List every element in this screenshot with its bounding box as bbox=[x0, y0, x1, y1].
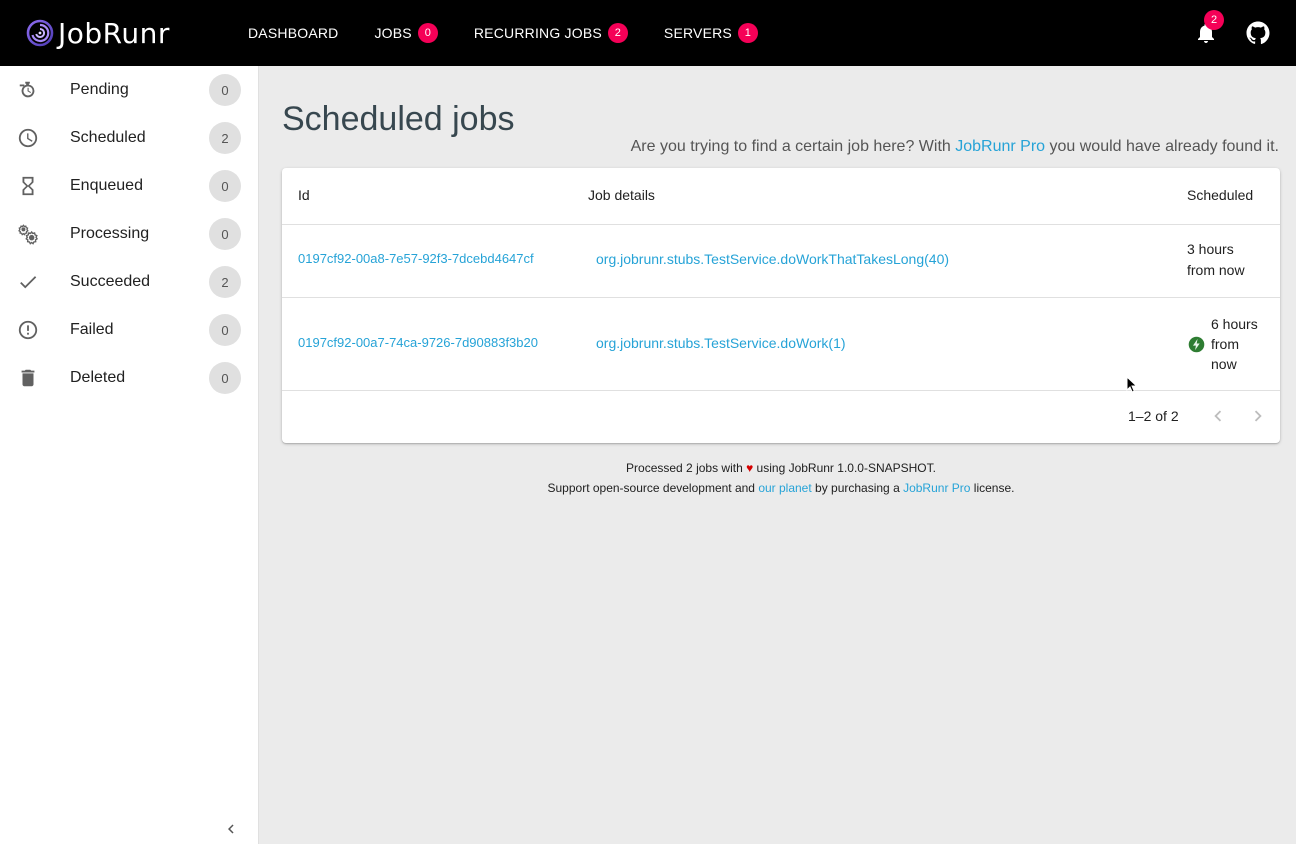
jobrunr-spiral-icon bbox=[26, 19, 54, 47]
previous-page-button[interactable] bbox=[1207, 405, 1229, 427]
chevron-right-icon bbox=[1254, 410, 1262, 422]
sidebar-item-succeeded[interactable]: Succeeded 2 bbox=[0, 258, 258, 306]
recurring-flash-icon bbox=[1188, 336, 1205, 353]
jobrunr-pro-link[interactable]: JobRunr Pro bbox=[955, 138, 1045, 155]
scheduled-time-line: now bbox=[1211, 356, 1237, 372]
error-icon bbox=[16, 318, 40, 342]
pro-promo-prefix: Are you trying to find a certain job her… bbox=[630, 138, 956, 155]
nav-servers-label: SERVERS bbox=[663, 25, 732, 41]
pagination-range: 1–2 of 2 bbox=[1128, 408, 1179, 424]
clock-icon bbox=[16, 126, 40, 150]
column-header-job-details: Job details bbox=[588, 187, 655, 203]
scheduled-time-line: 6 hours bbox=[1211, 316, 1258, 332]
github-icon bbox=[1246, 21, 1270, 45]
sidebar-item-label: Enqueued bbox=[70, 177, 143, 194]
job-details-link[interactable]: org.jobrunr.stubs.TestService.doWork(1) bbox=[596, 335, 846, 351]
nav-jobs-badge: 0 bbox=[417, 23, 438, 43]
sidebar-item-count: 0 bbox=[209, 170, 241, 202]
page-title: Scheduled jobs bbox=[282, 100, 515, 138]
nav-servers-badge: 1 bbox=[737, 23, 758, 43]
pending-icon bbox=[16, 78, 40, 102]
column-header-id: Id bbox=[298, 187, 310, 203]
footer-license-text: license. bbox=[970, 481, 1015, 495]
sidebar-item-label: Processing bbox=[70, 225, 150, 242]
sidebar-item-deleted[interactable]: Deleted 0 bbox=[0, 354, 258, 402]
job-id-link[interactable]: 0197cf92-00a7-74ca-9726-7d90883f3b20 bbox=[298, 335, 538, 350]
sidebar-item-pending[interactable]: Pending 0 bbox=[0, 66, 258, 114]
brand-logo[interactable]: JobRunr bbox=[26, 16, 170, 50]
scheduled-time-line: from now bbox=[1187, 262, 1245, 278]
top-app-bar: JobRunr DASHBOARD JOBS 0 RECURRING JOBS … bbox=[0, 0, 1296, 66]
pro-promo-suffix: you would have already found it. bbox=[1045, 138, 1280, 155]
job-id-link[interactable]: 0197cf92-00a8-7e57-92f3-7dcebd4647cf bbox=[298, 251, 534, 266]
nav-recurring-jobs[interactable]: RECURRING JOBS 2 bbox=[462, 13, 640, 53]
footer-line-2: Support open-source development and our … bbox=[282, 481, 1280, 495]
sidebar-item-label: Deleted bbox=[70, 369, 126, 386]
check-icon bbox=[16, 270, 40, 294]
github-link[interactable] bbox=[1246, 21, 1270, 45]
gears-icon bbox=[16, 222, 40, 246]
notifications-badge: 2 bbox=[1204, 10, 1224, 30]
nav-dashboard-label: DASHBOARD bbox=[248, 25, 339, 41]
sidebar-item-processing[interactable]: Processing 0 bbox=[0, 210, 258, 258]
footer-jobrunr-pro-link[interactable]: JobRunr Pro bbox=[903, 481, 970, 495]
sidebar-item-label: Pending bbox=[70, 81, 129, 98]
pro-promo-text: Are you trying to find a certain job her… bbox=[631, 138, 1279, 156]
collapse-sidebar-button[interactable] bbox=[222, 820, 240, 838]
sidebar-item-count: 2 bbox=[209, 266, 241, 298]
chevron-left-icon bbox=[228, 824, 234, 834]
footer-version-text: using JobRunr 1.0.0-SNAPSHOT. bbox=[753, 461, 936, 475]
sidebar-item-label: Succeeded bbox=[70, 273, 151, 290]
brand-name: JobRunr bbox=[58, 16, 170, 50]
sidebar: Pending 0 Scheduled 2 Enqueued 0 Process… bbox=[0, 66, 259, 844]
sidebar-item-count: 0 bbox=[209, 362, 241, 394]
top-actions: 2 bbox=[1194, 0, 1270, 66]
chevron-left-icon bbox=[1214, 410, 1222, 422]
nav-jobs-label: JOBS bbox=[374, 25, 412, 41]
mouse-cursor-icon bbox=[1126, 376, 1138, 393]
main-nav: DASHBOARD JOBS 0 RECURRING JOBS 2 SERVER… bbox=[236, 0, 782, 66]
footer-line-1: Processed 2 jobs with ♥ using JobRunr 1.… bbox=[282, 461, 1280, 475]
jobs-table-card: Id Job details Scheduled 0197cf92-00a8-7… bbox=[282, 168, 1280, 443]
table-header: Id Job details Scheduled bbox=[282, 168, 1280, 225]
trash-icon bbox=[16, 366, 40, 390]
nav-dashboard[interactable]: DASHBOARD bbox=[236, 13, 350, 53]
table-row[interactable]: 0197cf92-00a8-7e57-92f3-7dcebd4647cf org… bbox=[282, 225, 1280, 298]
pagination: 1–2 of 2 bbox=[282, 390, 1280, 442]
scheduled-time: 6 hours from now bbox=[1211, 314, 1258, 374]
scheduled-time-line: from bbox=[1211, 336, 1239, 352]
sidebar-item-count: 2 bbox=[209, 122, 241, 154]
nav-jobs[interactable]: JOBS 0 bbox=[362, 13, 449, 53]
scheduled-time-line: 3 hours bbox=[1187, 241, 1234, 257]
sidebar-item-count: 0 bbox=[209, 74, 241, 106]
nav-servers[interactable]: SERVERS 1 bbox=[652, 13, 770, 53]
job-details-link[interactable]: org.jobrunr.stubs.TestService.doWorkThat… bbox=[596, 251, 949, 267]
nav-recurring-jobs-badge: 2 bbox=[607, 23, 628, 43]
sidebar-item-count: 0 bbox=[209, 218, 241, 250]
sidebar-item-label: Failed bbox=[70, 321, 114, 338]
column-header-scheduled: Scheduled bbox=[1187, 187, 1254, 203]
notifications-button[interactable]: 2 bbox=[1194, 10, 1224, 45]
nav-recurring-jobs-label: RECURRING JOBS bbox=[473, 25, 602, 41]
sidebar-item-scheduled[interactable]: Scheduled 2 bbox=[0, 114, 258, 162]
footer-support-text: Support open-source development and bbox=[547, 481, 759, 495]
sidebar-item-enqueued[interactable]: Enqueued 0 bbox=[0, 162, 258, 210]
sidebar-item-label: Scheduled bbox=[70, 129, 146, 146]
next-page-button[interactable] bbox=[1247, 405, 1269, 427]
our-planet-link[interactable]: our planet bbox=[758, 481, 811, 495]
scheduled-time: 3 hours from now bbox=[1187, 239, 1245, 281]
footer-purchase-text: by purchasing a bbox=[811, 481, 904, 495]
sidebar-item-failed[interactable]: Failed 0 bbox=[0, 306, 258, 354]
hourglass-icon bbox=[16, 174, 40, 198]
sidebar-item-count: 0 bbox=[209, 314, 241, 346]
footer-processed-text: Processed 2 jobs with bbox=[626, 461, 747, 475]
